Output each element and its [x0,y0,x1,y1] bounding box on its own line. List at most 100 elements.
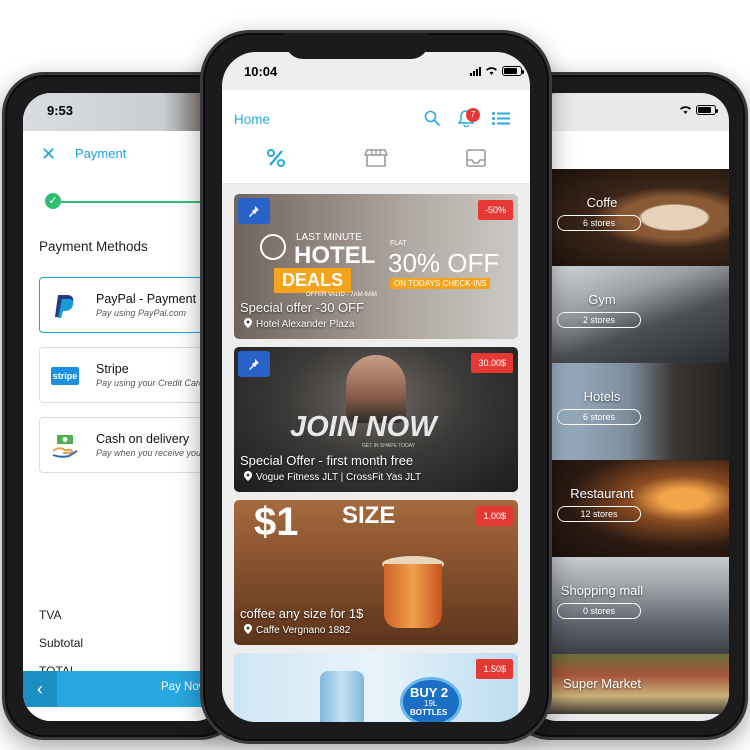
back-chevron-icon[interactable]: ‹ [23,671,57,707]
categories-screen: Coffe 6 stores Gym 2 stores Hotels 6 sto… [529,93,729,721]
banner-line: 19L [424,699,438,708]
menu-list-icon[interactable] [492,112,510,125]
location-pin-icon [244,471,252,481]
checkout-progress-line [53,201,223,203]
payment-sheet: ✕ Payment ✓ Payment Methods PayPal - Pay… [23,131,223,721]
inbox-icon[interactable] [464,148,488,168]
check-icon: ✓ [45,193,61,209]
discount-icon[interactable] [264,148,288,168]
offers-feed: LAST MINUTE HOTEL DEALS OFFER VALID - 7A… [234,194,518,722]
pay-now-bar: ‹ Pay Now [23,671,223,707]
category-name: Shopping mall [560,583,644,598]
banner-line: 30% OFF [388,248,500,278]
wifi-icon [680,106,691,114]
wifi-icon [486,67,497,75]
location-pin-icon [244,318,252,328]
banner-line: DEALS [274,268,352,293]
tva-label: TVA [39,608,62,622]
stripe-icon: stripe [50,362,80,390]
banner-line: $1 [254,500,299,544]
paypal-icon [50,292,80,320]
offer-title: Special offer -30 OFF [240,300,365,315]
method-title: Cash on delivery [96,432,190,446]
offer-place: Hotel Alexander Plaza [256,319,355,330]
category-count: 6 stores [557,215,641,231]
status-icons [679,105,718,115]
battery-icon [696,105,718,115]
status-icons [470,66,524,76]
close-icon[interactable]: ✕ [41,143,56,165]
store-icon[interactable] [364,148,388,168]
method-subtitle: Pay using your Credit Card [96,378,205,388]
category-count: 12 stores [557,506,641,522]
pin-icon[interactable] [238,198,270,224]
offer-card[interactable]: BUY 2 19L BOTTLES 1.50$ [234,653,518,722]
payment-method-stripe[interactable]: stripe Stripe Pay using your Credit Card [39,347,223,403]
method-subtitle: Pay using PayPal.com [96,308,187,318]
banner-line: FLAT [390,240,407,247]
offer-title: coffee any size for 1$ [240,606,364,621]
offer-title: Special Offer - first month free [240,453,414,468]
clock-icon [260,234,286,260]
banner-line: OFFER VALID - 7AM-9AM [306,292,377,298]
payment-header: ✕ Payment [23,143,223,165]
payment-method-paypal[interactable]: PayPal - Payment Pay using PayPal.com [39,277,223,333]
category-list: Coffe 6 stores Gym 2 stores Hotels 6 sto… [547,169,729,714]
page-title: Home [234,112,271,127]
price-badge: 1.00$ [476,506,513,526]
banner-line: HOTEL [294,242,376,269]
banner-line: BOTTLES [410,708,448,717]
price-badge: 1.50$ [476,659,513,679]
category-name: Hotels [583,389,621,404]
status-time: 10:04 [244,64,278,79]
notification-badge: 7 [466,108,480,122]
price-badge: 30.00$ [471,353,513,373]
payment-method-cash[interactable]: Cash on delivery Pay when you receive yo… [39,417,223,473]
offer-location: Hotel Alexander Plaza [244,318,354,330]
status-time: 9:53 [47,103,74,118]
banner-line: BUY 2 [410,685,449,700]
banner-line: ON TODAYS CHECK-INS [390,278,491,289]
phone-home-feed: 10:04 Home 7 LAST MINUTE HOTEL DEALS OFF… [200,30,552,744]
offer-place: Caffe Vergnano 1882 [256,625,351,636]
category-count: 2 stores [557,312,641,328]
category-item-super-market[interactable]: Super Market [547,654,729,714]
category-name: Coffe [586,195,618,210]
method-title: PayPal - Payment [96,292,197,306]
category-name: Gym [588,292,616,307]
offer-location: Vogue Fitness JLT | CrossFit Yas JLT [244,471,421,483]
category-item-hotels[interactable]: Hotels 6 stores [547,363,729,460]
cash-hand-icon [50,432,80,460]
category-item-restaurant[interactable]: Restaurant 12 stores [547,460,729,557]
offer-card[interactable]: $1 SIZE 1.00$ coffee any size for 1$ Caf… [234,500,518,645]
coffee-cup [384,564,442,628]
offer-card[interactable]: LAST MINUTE HOTEL DEALS OFFER VALID - 7A… [234,194,518,339]
banner-line: SIZE [342,502,396,529]
category-item-gym[interactable]: Gym 2 stores [547,266,729,363]
payment-title: Payment [75,146,127,161]
pin-icon[interactable] [238,351,270,377]
search-icon[interactable] [424,110,440,126]
offer-location: Caffe Vergnano 1882 [244,624,350,636]
showcase-stage: 9:53 ✕ Payment ✓ Payment Methods PayPal … [0,0,750,750]
offer-place: Vogue Fitness JLT | CrossFit Yas JLT [256,472,422,483]
home-top-bar: Home 7 [222,90,530,184]
banner-line: GET IN SHAPE TODAY [362,443,415,449]
payment-screen: 9:53 ✕ Payment ✓ Payment Methods PayPal … [23,93,223,721]
location-pin-icon [244,624,252,634]
signal-icon [470,66,481,76]
subtotal-label: Subtotal [39,636,84,650]
category-count: 6 stores [557,409,641,425]
home-screen: 10:04 Home 7 LAST MINUTE HOTEL DEALS OFF… [222,52,530,722]
category-name: Restaurant [570,486,634,501]
categories-header [529,131,729,169]
category-name: Super Market [562,676,642,691]
payment-methods-heading: Payment Methods [39,239,148,254]
category-item-shopping-mall[interactable]: Shopping mall 0 stores [547,557,729,654]
offer-card[interactable]: JOIN NOW GET IN SHAPE TODAY 30.00$ Speci… [234,347,518,492]
water-bottle [320,671,364,722]
price-badge: -50% [477,200,513,220]
category-item-coffe[interactable]: Coffe 6 stores [547,169,729,266]
battery-icon [502,66,524,76]
method-title: Stripe [96,362,129,376]
